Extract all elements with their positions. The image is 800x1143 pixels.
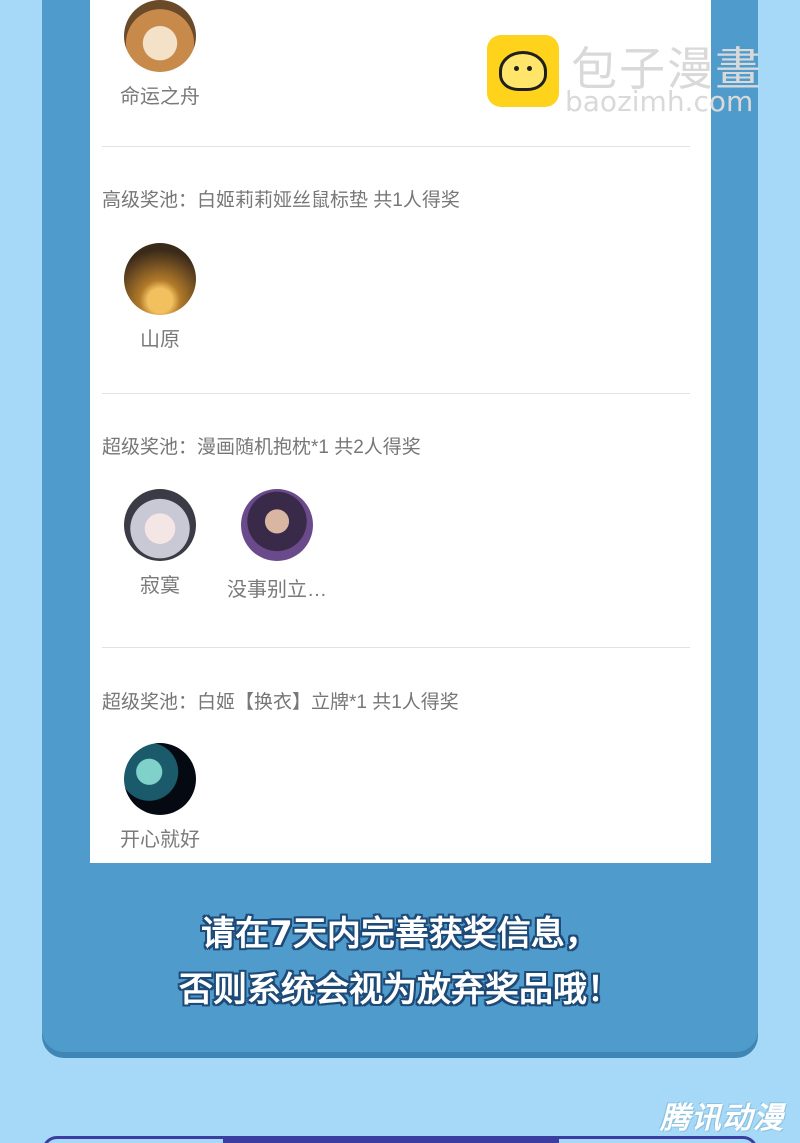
space-planet-avatar [124, 743, 196, 815]
winners-card: 命运之舟 高级奖池：白姬莉莉娅丝鼠标垫 共1人得奖 山原 超级奖池：漫画随机抱枕… [90, 0, 711, 863]
pool-label: 超级奖池：白姬【换衣】立牌*1 共1人得奖 [102, 692, 459, 713]
winner-name: 寂寞 [140, 575, 180, 597]
shiba-dog-avatar [124, 0, 196, 72]
divider [102, 393, 690, 394]
divider [102, 146, 690, 147]
notice-line-2: 否则系统会视为放弃奖品哦！ [179, 970, 621, 1010]
winner-name: 开心就好 [120, 829, 200, 851]
notice-line-1: 请在7天内完善获奖信息， [201, 914, 599, 954]
divider [102, 647, 690, 648]
bottom-frame-segment [223, 1139, 559, 1143]
winner-item[interactable]: 没事别立… [212, 489, 342, 602]
winner-item[interactable]: 开心就好 [95, 743, 225, 852]
brand-logo: 包子漫畫 baozimh.com [487, 35, 777, 118]
tencent-comic-watermark: 腾讯动漫 [660, 1101, 784, 1136]
winner-name: 山原 [140, 329, 180, 351]
anime-boy-avatar [241, 489, 313, 561]
bottom-frame [42, 1136, 758, 1143]
winner-name: 命运之舟 [120, 86, 200, 108]
winner-name: 没事别立… [227, 579, 327, 601]
winner-item[interactable]: 命运之舟 [95, 0, 225, 109]
winner-item[interactable]: 山原 [95, 243, 225, 352]
penguin-avatar [124, 243, 196, 315]
anime-girl-avatar [124, 489, 196, 561]
pool-label: 超级奖池：漫画随机抱枕*1 共2人得奖 [102, 437, 421, 458]
bun-logo-icon [487, 35, 559, 107]
pool-label: 高级奖池：白姬莉莉娅丝鼠标垫 共1人得奖 [102, 190, 460, 211]
winner-item[interactable]: 寂寞 [95, 489, 225, 598]
brand-url: baozimh.com [565, 85, 754, 118]
